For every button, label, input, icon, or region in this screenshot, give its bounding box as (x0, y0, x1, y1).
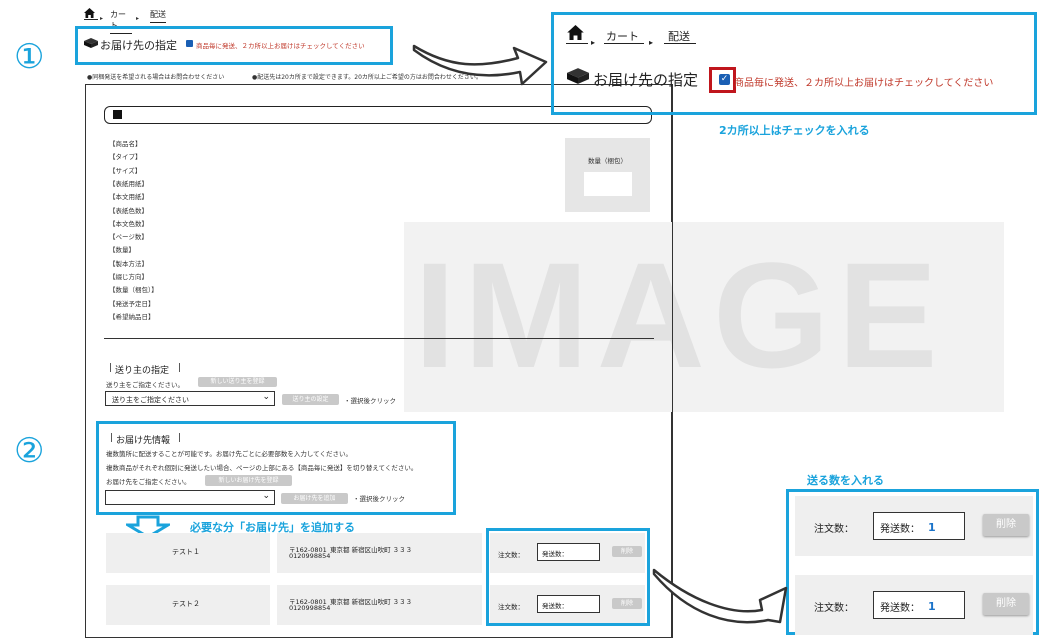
delete-recipient-button[interactable]: 削除 (983, 514, 1029, 536)
ship-count-input[interactable]: 発送数： 1 (873, 591, 965, 619)
qty-label: 数量（梱包） (588, 157, 627, 165)
breadcrumb-ship[interactable]: 配送 (150, 9, 166, 23)
product-field-label: 【ページ数】 (109, 233, 148, 242)
add-recipient-button[interactable]: お届け先を追加 (281, 493, 348, 504)
delete-recipient-button[interactable]: 削除 (983, 593, 1029, 615)
zoom-breadcrumb-ship[interactable]: 配送 (668, 28, 690, 44)
sender-title-bracket-right: | (178, 363, 182, 373)
home-icon[interactable] (84, 8, 95, 18)
order-count-label: 注文数： (814, 524, 854, 535)
step2-number: ② (14, 431, 45, 471)
section-divider (104, 338, 654, 339)
curved-arrow-icon (652, 568, 788, 624)
qty-value-box (584, 172, 632, 196)
product-index-badge (113, 110, 122, 119)
zoom-ship-per-item-checkbox[interactable]: ✓ (719, 74, 730, 85)
step1-title: お届け先の指定 (100, 39, 177, 52)
recipient-phone: 0120998854 (289, 552, 331, 560)
recipient-desc-2: 複数商品がそれぞれ個別に発送したい場合、ページの上部にある【商品毎に発送】を切り… (106, 464, 418, 472)
image-watermark: IMAGE (414, 231, 946, 399)
product-field-label: 【希望納品日】 (109, 312, 155, 321)
annotation-check: 2カ所以上はチェックを入れる (719, 124, 870, 137)
annotation-qty: 送る数を入れる (807, 474, 884, 487)
recipient-name: テスト１ (172, 548, 200, 556)
step1-number: ① (14, 37, 45, 77)
curved-arrow-icon (412, 44, 548, 86)
product-field-label: 【サイズ】 (109, 166, 142, 175)
recipient-address: 東京都 新宿区山吹町 ３３３ (330, 598, 413, 606)
recipient-title-bracket-left: | (110, 433, 114, 443)
sender-title: 送り主の指定 (115, 366, 170, 376)
product-field-label: 【本文用紙】 (109, 193, 148, 202)
zoom-breadcrumb-cart[interactable]: カート (606, 28, 639, 44)
ship-per-item-label[interactable]: 商品毎に発送、２カ所以上お届けはチェックしてください (196, 40, 365, 50)
ship-count-input[interactable]: 発送数： 1 (873, 512, 965, 540)
recipient-title: お届け先情報 (116, 436, 171, 446)
qty-highlight-frame (486, 528, 650, 626)
box-icon (567, 68, 589, 84)
chevron-down-icon: ⌄ (262, 491, 270, 501)
home-icon[interactable] (567, 25, 584, 40)
page-right-edge (672, 84, 673, 638)
ship-count-value: 1 (928, 521, 936, 534)
recipient-address: 東京都 新宿区山吹町 ３３３ (330, 546, 413, 554)
recipient-select[interactable]: ⌄ (105, 490, 275, 505)
note-left: ●同梱発送を希望される場合はお問合わせください (87, 74, 225, 81)
sender-hint: ・選択後クリック (344, 397, 396, 405)
zoom-ship-per-item-label[interactable]: 商品毎に発送、２カ所以上お届けはチェックしてください (734, 74, 993, 89)
product-field-label: 【表紙色数】 (109, 206, 148, 215)
product-field-label: 【発送予定日】 (109, 299, 155, 308)
box-icon (84, 38, 98, 48)
product-field-label: 【表紙用紙】 (109, 179, 148, 188)
product-field-label: 【商品名】 (109, 140, 142, 148)
ship-count-value: 1 (928, 600, 936, 613)
product-field-label: 【製本方法】 (109, 259, 148, 268)
product-field-label: 【タイプ】 (109, 153, 142, 162)
order-count-label: 注文数： (814, 603, 854, 614)
zoom-step1-title: お届け先の指定 (593, 71, 699, 89)
product-field-label: 【数量（梱包）】 (109, 286, 158, 295)
sender-select[interactable]: 送り主をご指定ください ⌄ (105, 391, 275, 406)
set-sender-button[interactable]: 送り主の設定 (282, 394, 339, 405)
register-sender-button[interactable]: 新しい送り主を登録 (198, 377, 277, 387)
product-field-label: 【数量】 (109, 246, 135, 255)
recipient-phone: 0120998854 (289, 604, 331, 612)
register-recipient-button[interactable]: 新しいお届け先を登録 (205, 475, 292, 486)
sender-prompt: 送り主をご指定ください。 (106, 381, 184, 389)
recipient-desc-1: 複数箇所に配送することが可能です。お届け先ごとに必要部数を入力してください。 (106, 450, 352, 458)
recipient-name: テスト２ (172, 600, 200, 608)
recipient-hint: ・選択後クリック (353, 495, 405, 503)
recipient-prompt: お届け先をご指定ください。 (106, 478, 191, 486)
product-field-label: 【綴じ方向】 (109, 273, 148, 281)
ship-per-item-checkbox[interactable] (186, 40, 193, 47)
sender-title-bracket-left: | (109, 363, 113, 373)
product-field-label: 【本文色数】 (109, 219, 148, 228)
chevron-down-icon: ⌄ (262, 392, 270, 402)
recipient-title-bracket-right: | (178, 433, 182, 443)
